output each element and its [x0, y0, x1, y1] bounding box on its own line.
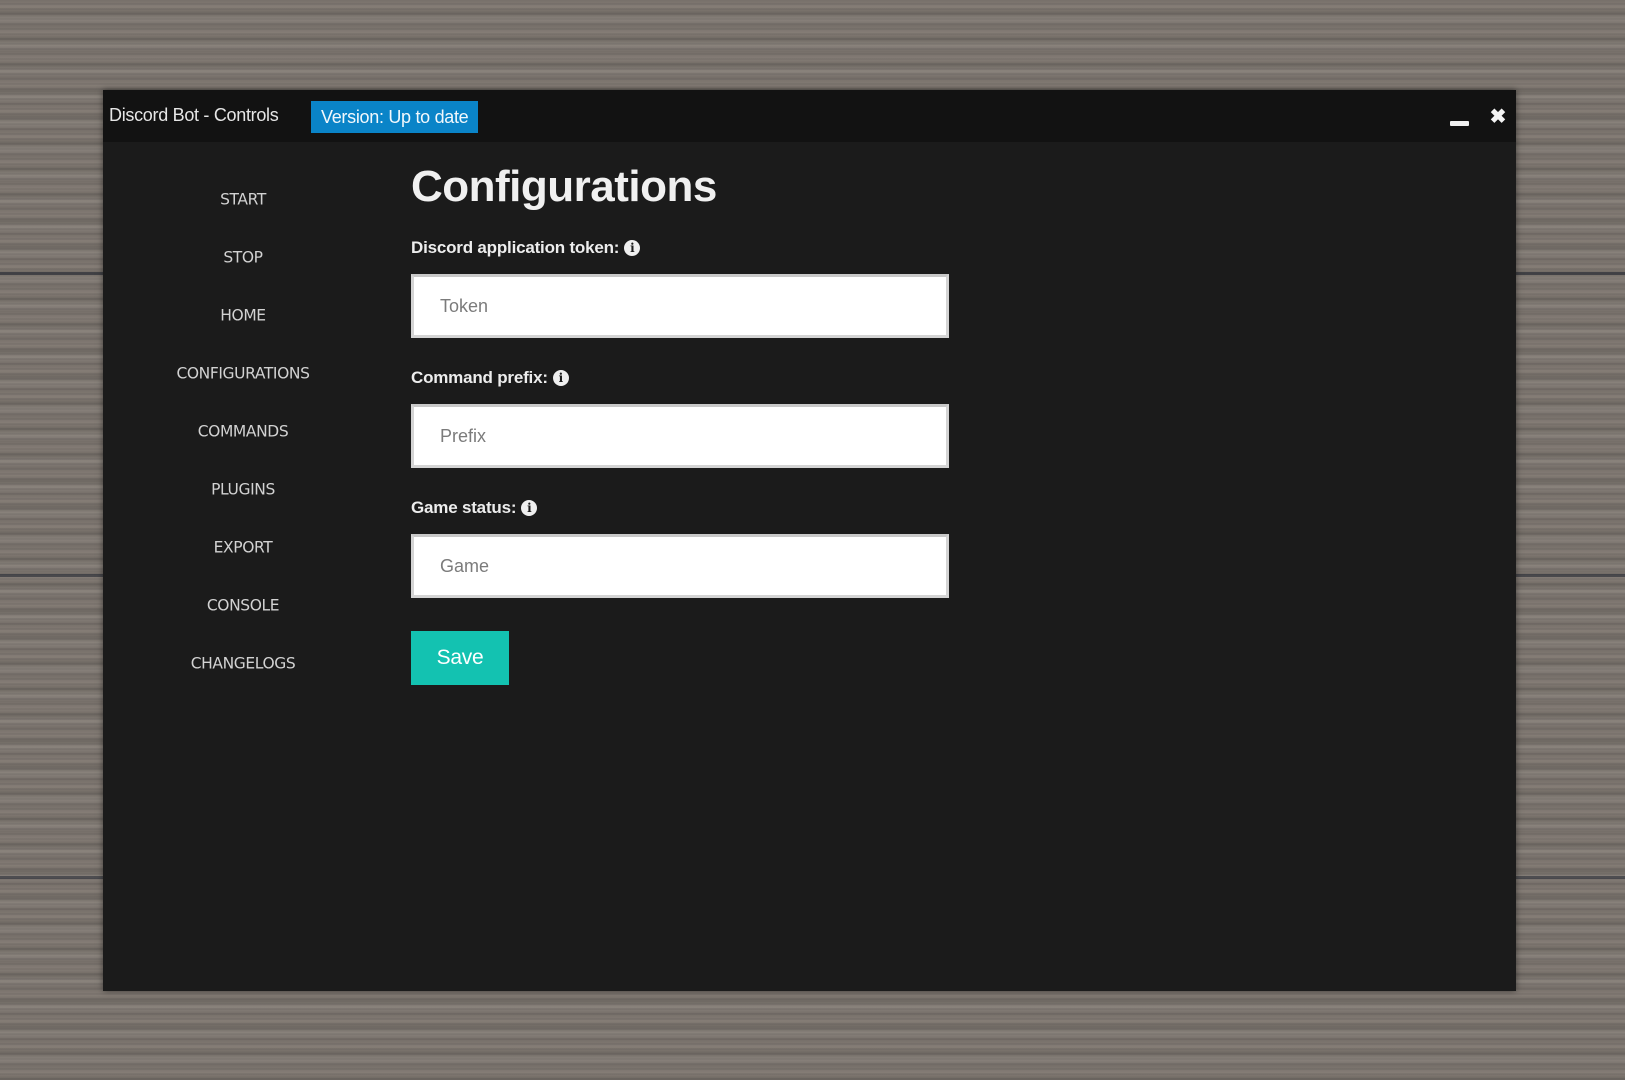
sidebar-item-plugins[interactable]: PLUGINS: [103, 473, 383, 505]
version-badge: Version: Up to date: [311, 101, 479, 133]
prefix-input[interactable]: [411, 404, 949, 468]
sidebar-item-console[interactable]: CONSOLE: [103, 589, 383, 621]
token-input[interactable]: [411, 274, 949, 338]
sidebar-item-commands[interactable]: COMMANDS: [103, 415, 383, 447]
token-label: Discord application token: i: [411, 238, 641, 258]
sidebar-item-stop[interactable]: STOP: [103, 241, 383, 273]
title-bar[interactable]: Discord Bot - Controls Version: Up to da…: [103, 90, 1516, 142]
info-icon[interactable]: i: [521, 500, 538, 516]
app-window: Discord Bot - Controls Version: Up to da…: [103, 90, 1516, 991]
sidebar-nav: START STOP HOME CONFIGURATIONS COMMANDS …: [103, 142, 383, 991]
prefix-label: Command prefix: i: [411, 368, 569, 388]
app-title: Discord Bot - Controls: [109, 105, 279, 125]
info-icon[interactable]: i: [552, 370, 569, 386]
sidebar-item-configurations[interactable]: CONFIGURATIONS: [103, 357, 383, 389]
game-status-label: Game status: i: [411, 498, 538, 518]
game-status-label-text: Game status:: [411, 498, 517, 517]
prefix-label-text: Command prefix:: [411, 368, 548, 387]
sidebar-item-export[interactable]: EXPORT: [103, 531, 383, 563]
page-title: Configurations: [411, 162, 717, 211]
save-button[interactable]: Save: [411, 631, 509, 685]
configurations-panel: Configurations Discord application token…: [411, 142, 1516, 991]
game-status-input[interactable]: [411, 534, 949, 598]
sidebar-item-home[interactable]: HOME: [103, 299, 383, 331]
close-icon: ✖: [1489, 106, 1507, 128]
minimize-icon: [1450, 121, 1469, 126]
sidebar-item-changelogs[interactable]: CHANGELOGS: [103, 647, 383, 679]
sidebar-item-start[interactable]: START: [103, 183, 383, 215]
info-icon[interactable]: i: [624, 240, 641, 256]
close-button[interactable]: ✖: [1483, 102, 1513, 132]
token-label-text: Discord application token:: [411, 238, 620, 257]
minimize-button[interactable]: [1443, 102, 1473, 132]
